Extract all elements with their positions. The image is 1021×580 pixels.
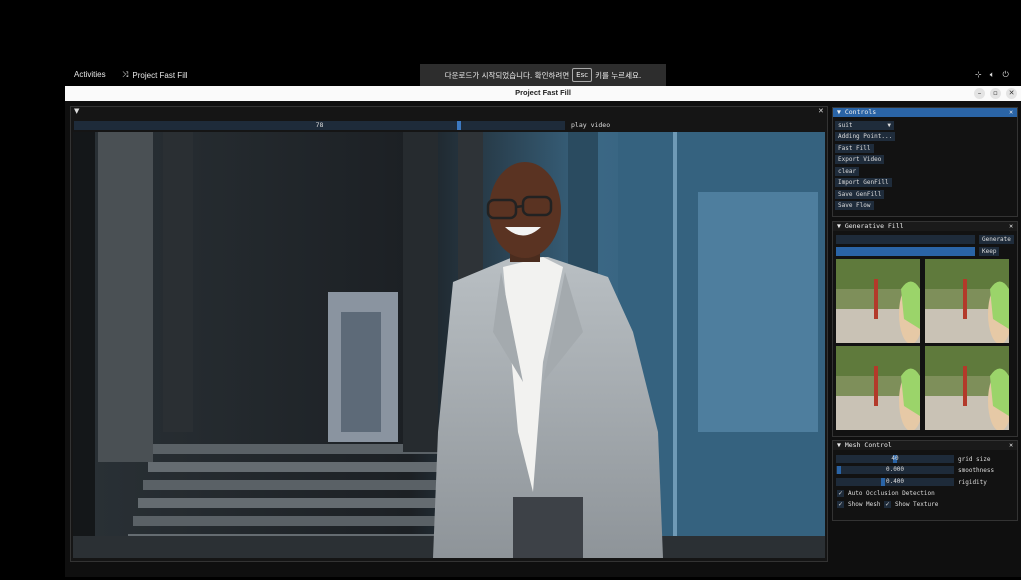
rigidity-grab[interactable]	[881, 478, 885, 486]
close-icon[interactable]: ✕	[1009, 441, 1013, 450]
window-titlebar[interactable]: Project Fast Fill – ▫ ✕	[65, 86, 1021, 101]
genfill-result-thumbnail[interactable]	[836, 259, 920, 343]
collapse-triangle-icon[interactable]: ▼	[74, 107, 79, 115]
app-menu-label: Project Fast Fill	[132, 70, 188, 80]
frame-slider-value: 78	[315, 121, 324, 129]
close-icon[interactable]: ✕	[1009, 222, 1013, 231]
keep-button[interactable]: Keep	[979, 247, 1000, 256]
collapse-triangle-icon[interactable]: ▼	[837, 441, 841, 449]
save-genfill-button[interactable]: Save GenFill	[835, 190, 885, 199]
auto-occlusion-checkbox[interactable]: ✓	[837, 490, 844, 497]
mesh-control-title: Mesh Control	[844, 441, 892, 449]
controls-titlebar[interactable]: ▼ Controls ✕	[833, 108, 1017, 117]
export-video-button[interactable]: Export Video	[835, 155, 885, 164]
import-genfill-button[interactable]: Import GenFill	[835, 178, 892, 187]
play-video-label: play video	[571, 121, 611, 129]
genfill-result-thumbnail[interactable]	[925, 346, 1009, 430]
prompt-input[interactable]	[836, 235, 975, 244]
close-icon[interactable]: ✕	[1009, 108, 1013, 117]
app-icon: ⤨	[122, 70, 129, 79]
show-mesh-checkbox[interactable]: ✓	[837, 501, 844, 508]
chevron-down-icon: ▼	[887, 122, 891, 129]
network-icon[interactable]: ⊹	[975, 70, 982, 80]
smoothness-slider[interactable]: 0.000	[836, 466, 954, 474]
fast-fill-button[interactable]: Fast Fill	[835, 144, 874, 153]
download-notification: 다운로드가 시작되었습니다. 확인하려면 Esc 키를 누르세요.	[420, 64, 666, 88]
adding-point-button[interactable]: Adding Point...	[835, 132, 896, 141]
grid-size-label: grid size	[958, 456, 991, 463]
mask-target-dropdown[interactable]: suit ▼	[835, 121, 894, 130]
power-icon[interactable]: ⏻	[1003, 70, 1009, 80]
grid-size-value: 40	[891, 455, 899, 462]
close-icon[interactable]: ✕	[1006, 88, 1017, 99]
video-frame[interactable]	[73, 132, 825, 558]
generation-progress-bar	[836, 247, 975, 256]
rigidity-slider[interactable]: 0.400	[836, 478, 954, 486]
generative-fill-titlebar[interactable]: ▼ Generative Fill ✕	[833, 222, 1017, 231]
activities-button[interactable]: Activities	[74, 70, 106, 79]
system-tray[interactable]: ⊹ 🔈︎ ⏻	[975, 70, 1009, 80]
controls-title: Controls	[844, 108, 877, 116]
genfill-result-thumbnail[interactable]	[925, 259, 1009, 343]
show-texture-label: Show Texture	[895, 501, 939, 508]
maximize-icon[interactable]: ▫	[990, 88, 1001, 99]
save-flow-button[interactable]: Save Flow	[835, 201, 874, 210]
window-title: Project Fast Fill	[515, 88, 571, 97]
rigidity-label: rigidity	[958, 479, 987, 486]
minimize-icon[interactable]: –	[974, 88, 985, 99]
notification-text-start: 다운로드가 시작되었습니다. 확인하려면	[444, 70, 570, 80]
generate-button[interactable]: Generate	[979, 235, 1014, 244]
smoothness-label: smoothness	[958, 467, 995, 474]
genfill-result-thumbnail[interactable]	[836, 346, 920, 430]
panel-close-icon[interactable]: ✕	[818, 107, 824, 115]
app-menu[interactable]: ⤨ Project Fast Fill	[122, 70, 188, 80]
smoothness-grab[interactable]	[837, 466, 841, 474]
show-mesh-label: Show Mesh	[848, 501, 881, 508]
clear-button[interactable]: clear	[835, 167, 860, 176]
esc-key-badge: Esc	[572, 68, 593, 82]
dropdown-value: suit	[838, 122, 853, 129]
mesh-control-titlebar[interactable]: ▼ Mesh Control ✕	[833, 441, 1017, 450]
smoothness-value: 0.000	[885, 466, 905, 473]
generative-fill-title: Generative Fill	[844, 222, 904, 230]
collapse-triangle-icon[interactable]: ▼	[837, 108, 841, 116]
grid-size-slider[interactable]: 40	[836, 455, 954, 463]
auto-occlusion-label: Auto Occlusion Detection	[848, 490, 935, 497]
notification-text-end: 키를 누르세요.	[595, 70, 642, 80]
rigidity-value: 0.400	[885, 478, 905, 485]
show-texture-checkbox[interactable]: ✓	[884, 501, 891, 508]
volume-icon[interactable]: 🔈︎	[990, 70, 995, 80]
collapse-triangle-icon[interactable]: ▼	[837, 222, 841, 230]
